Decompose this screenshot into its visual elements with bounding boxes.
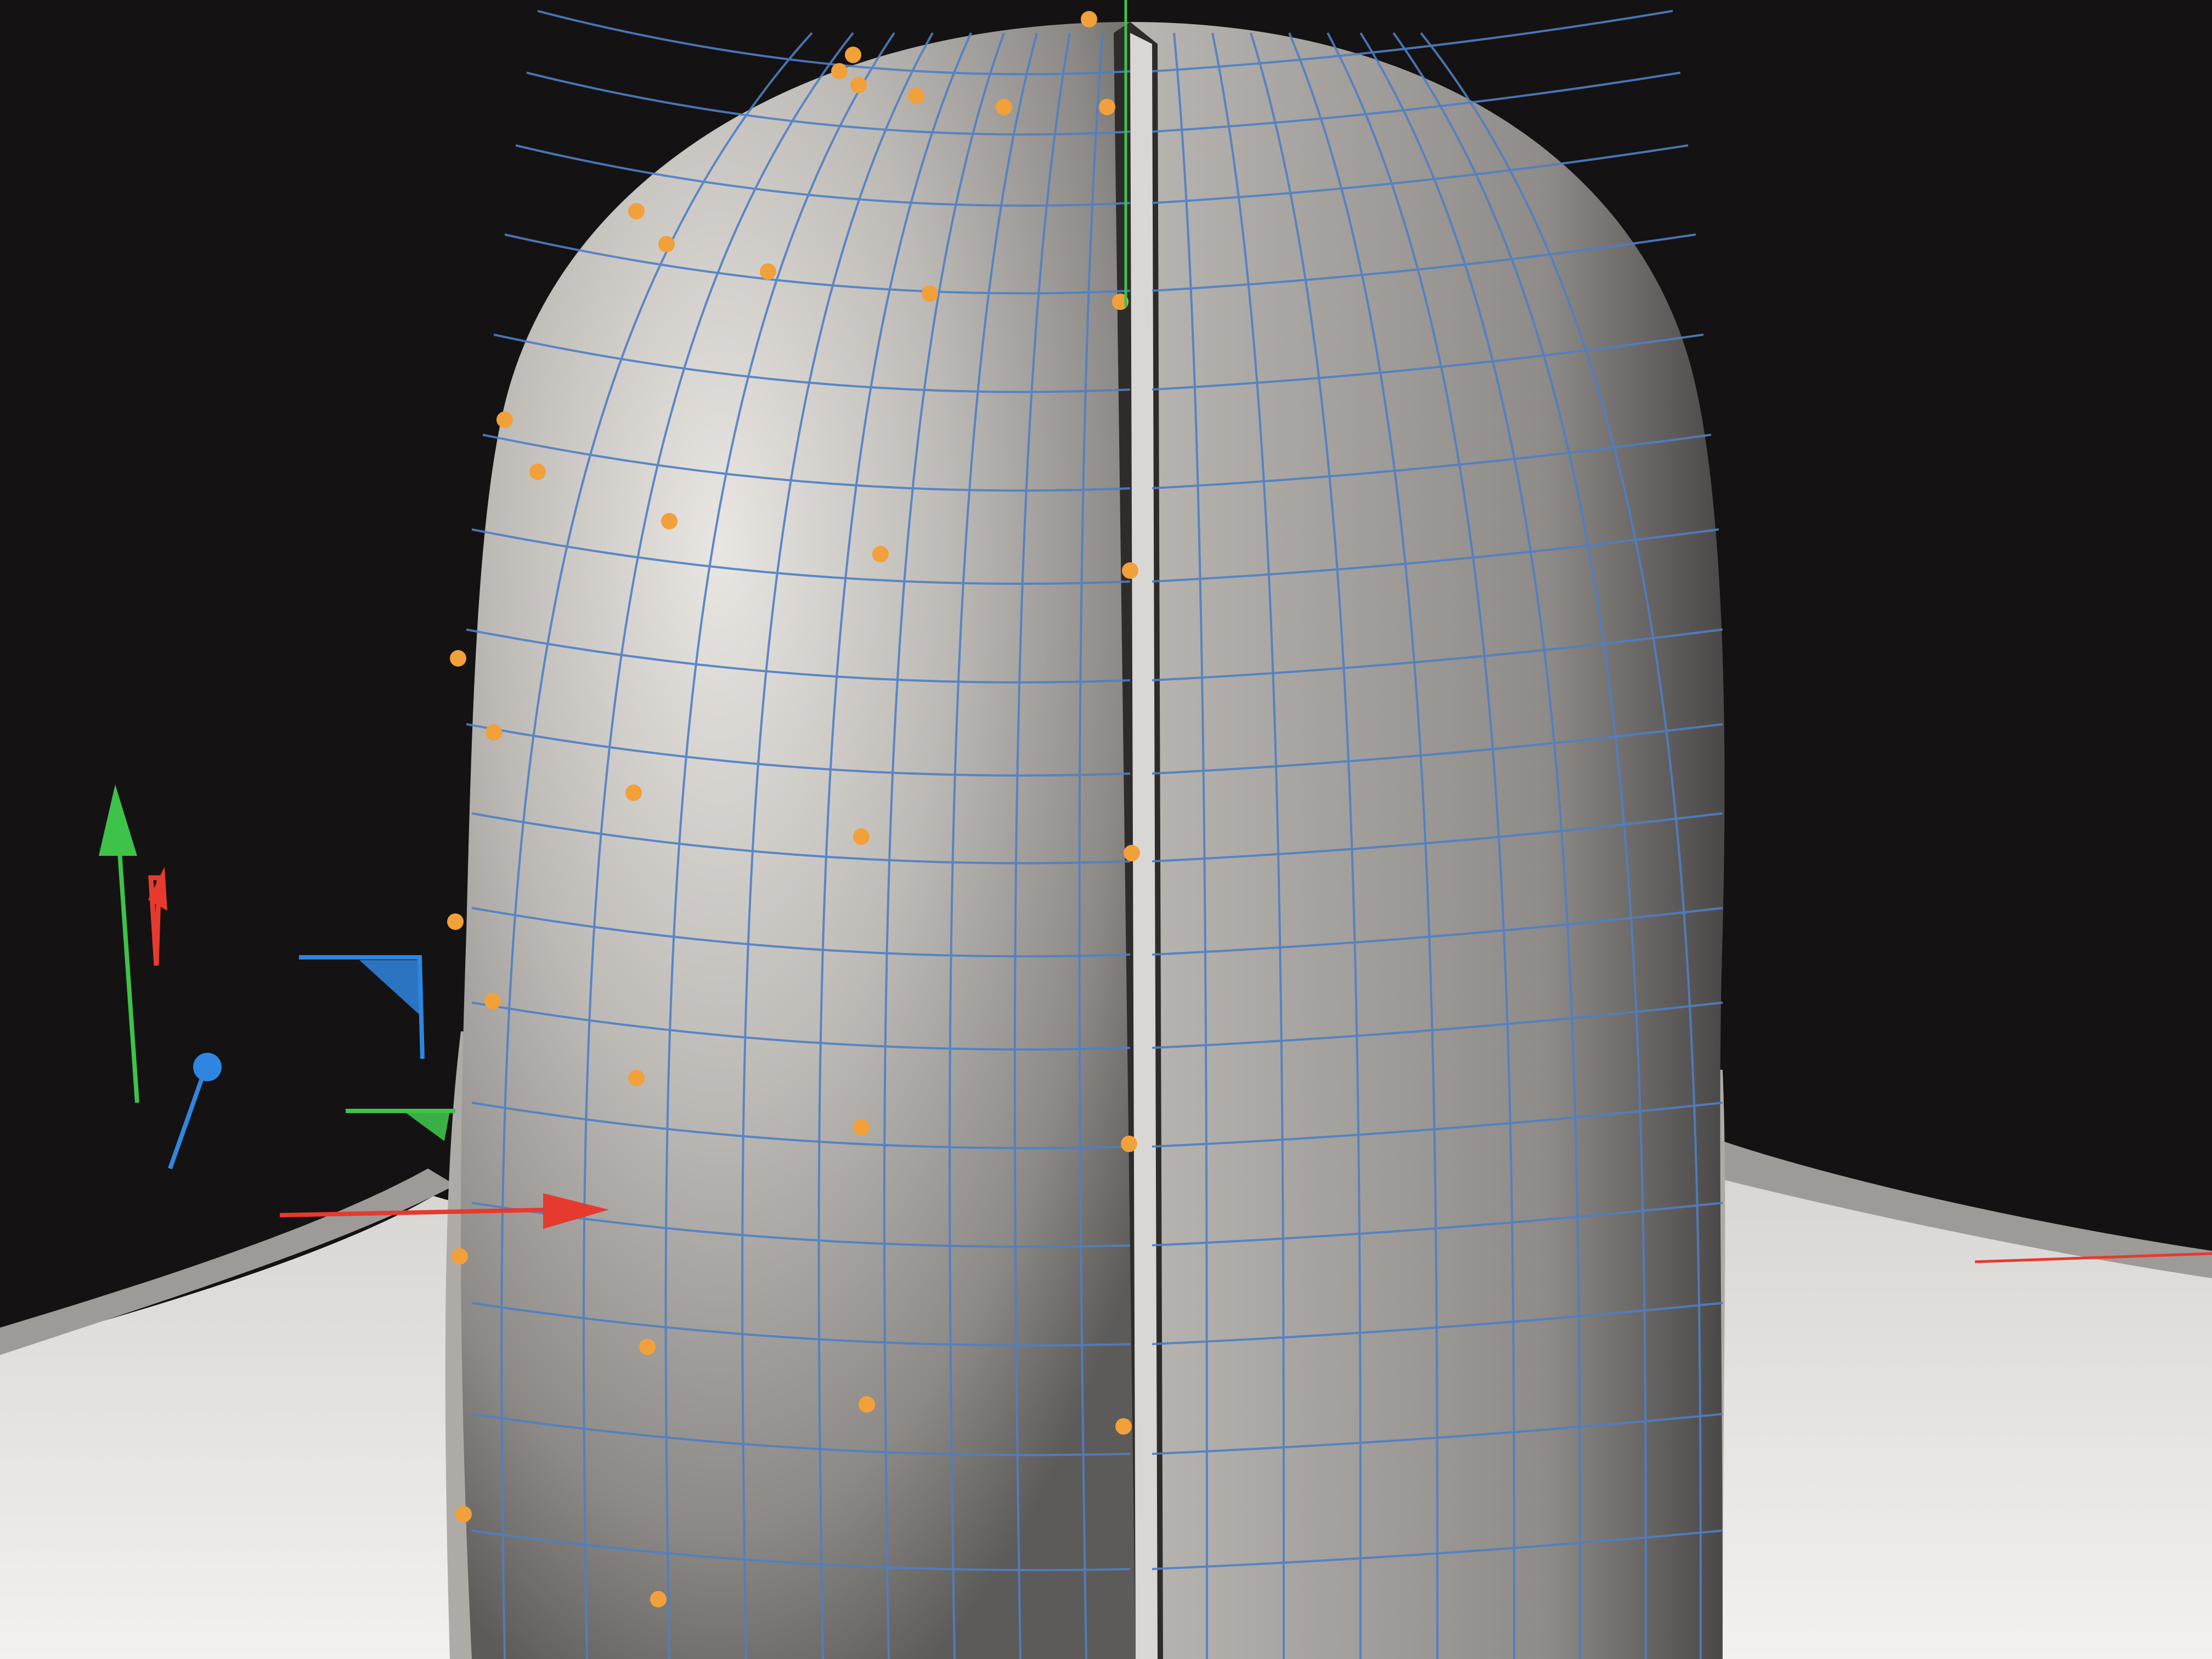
selected-vertex[interactable] bbox=[859, 1396, 875, 1413]
selected-vertex[interactable] bbox=[853, 828, 870, 845]
selected-vertex[interactable] bbox=[872, 546, 889, 562]
selected-vertex[interactable] bbox=[996, 99, 1012, 115]
gizmo-z-handle[interactable] bbox=[193, 1053, 222, 1081]
selected-vertex[interactable] bbox=[452, 1248, 468, 1265]
selected-vertex[interactable] bbox=[661, 513, 678, 529]
selected-vertex[interactable] bbox=[760, 263, 776, 280]
selected-vertex[interactable] bbox=[922, 285, 938, 302]
selected-vertex[interactable] bbox=[845, 47, 861, 63]
selected-vertex[interactable] bbox=[625, 785, 642, 801]
selected-vertex[interactable] bbox=[908, 88, 924, 104]
selected-vertex[interactable] bbox=[1122, 562, 1138, 579]
selected-vertex[interactable] bbox=[853, 1119, 870, 1136]
selected-vertex[interactable] bbox=[1121, 1136, 1137, 1152]
selected-vertex[interactable] bbox=[1099, 99, 1115, 115]
selected-vertex[interactable] bbox=[831, 63, 848, 80]
selected-vertex[interactable] bbox=[850, 77, 867, 93]
selected-vertex[interactable] bbox=[529, 464, 546, 480]
selected-vertex[interactable] bbox=[639, 1339, 656, 1355]
selected-vertex[interactable] bbox=[1115, 1418, 1132, 1435]
selected-vertex[interactable] bbox=[447, 913, 464, 930]
selected-vertex[interactable] bbox=[650, 1591, 667, 1607]
viewport-canvas[interactable] bbox=[0, 0, 2212, 1659]
selected-vertex[interactable] bbox=[628, 203, 645, 219]
gizmo-y-axis[interactable] bbox=[116, 828, 139, 1103]
selected-vertex[interactable] bbox=[1124, 845, 1140, 861]
selected-vertex[interactable] bbox=[628, 1070, 645, 1086]
selected-vertex[interactable] bbox=[1081, 11, 1097, 27]
3d-viewport[interactable] bbox=[0, 0, 2212, 1659]
selected-vertex[interactable] bbox=[484, 993, 501, 1009]
selected-vertex[interactable] bbox=[658, 236, 675, 252]
head-left-half bbox=[461, 22, 1141, 1659]
selected-vertex[interactable] bbox=[496, 411, 513, 428]
selected-vertex[interactable] bbox=[450, 650, 466, 667]
gizmo-z-axis[interactable] bbox=[168, 1074, 205, 1170]
gizmo-y-arrowhead[interactable] bbox=[99, 785, 137, 856]
selected-vertex[interactable] bbox=[455, 1506, 472, 1522]
selected-vertex[interactable] bbox=[486, 724, 502, 741]
